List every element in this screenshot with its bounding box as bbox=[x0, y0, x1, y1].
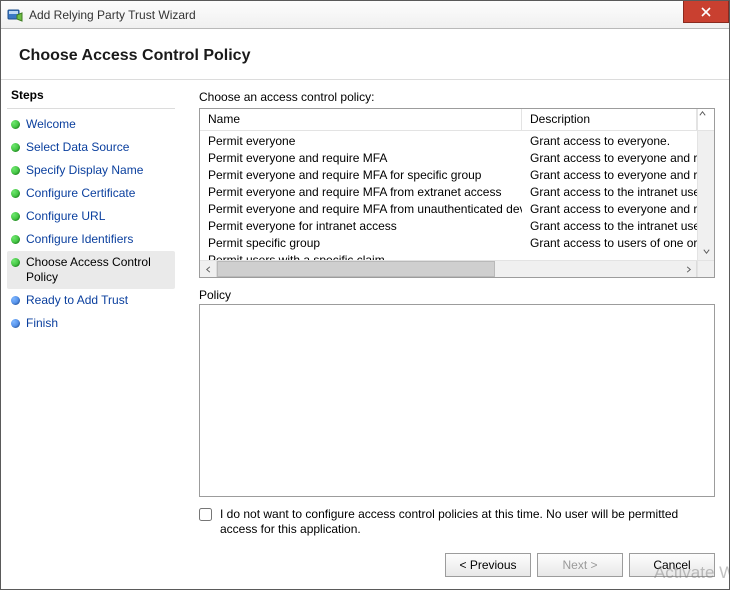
content-pane: Choose an access control policy: Name De… bbox=[181, 80, 729, 589]
policy-name: Permit specific group bbox=[200, 233, 522, 250]
step-configure-certificate[interactable]: Configure Certificate bbox=[7, 182, 175, 205]
policy-description: Grant access to the intranet users. bbox=[522, 216, 697, 233]
column-description[interactable]: Description bbox=[522, 109, 697, 130]
policy-name: Permit users with a specific claim bbox=[200, 250, 522, 260]
policy-description: Grant access to everyone and require MFA… bbox=[522, 148, 697, 165]
listview-body: Permit everyoneGrant access to everyone.… bbox=[200, 131, 714, 260]
step-label: Ready to Add Trust bbox=[26, 293, 128, 308]
policy-name: Permit everyone and require MFA for spec… bbox=[200, 165, 522, 182]
policy-description: Grant access to everyone. bbox=[522, 131, 697, 148]
step-bullet-icon bbox=[11, 166, 20, 175]
step-label: Choose Access Control Policy bbox=[26, 255, 171, 285]
page-title: Choose Access Control Policy bbox=[1, 29, 729, 80]
step-finish[interactable]: Finish bbox=[7, 312, 175, 335]
policy-description: Grant access to everyone and require MFA… bbox=[522, 165, 697, 182]
step-bullet-icon bbox=[11, 143, 20, 152]
policy-row[interactable]: Permit everyoneGrant access to everyone. bbox=[200, 131, 697, 148]
scroll-right-button[interactable] bbox=[680, 261, 697, 277]
policy-description: Grant access to users of one or more gro… bbox=[522, 233, 697, 250]
step-label: Configure Identifiers bbox=[26, 232, 133, 247]
step-bullet-icon bbox=[11, 319, 20, 328]
skip-policy-checkbox[interactable] bbox=[199, 508, 212, 521]
policy-detail-box bbox=[199, 304, 715, 497]
step-bullet-icon bbox=[11, 296, 20, 305]
policy-description: Grant access to the intranet users and r… bbox=[522, 182, 697, 199]
column-name[interactable]: Name bbox=[200, 109, 522, 130]
step-label: Select Data Source bbox=[26, 140, 129, 155]
scrollbar-corner bbox=[697, 261, 714, 277]
step-specify-display-name[interactable]: Specify Display Name bbox=[7, 159, 175, 182]
close-icon bbox=[701, 7, 711, 17]
step-label: Finish bbox=[26, 316, 58, 331]
scroll-up-button[interactable] bbox=[697, 109, 714, 130]
policy-row[interactable]: Permit specific groupGrant access to use… bbox=[200, 233, 697, 250]
step-bullet-icon bbox=[11, 189, 20, 198]
policy-row[interactable]: Permit everyone and require MFA from ext… bbox=[200, 182, 697, 199]
chevron-left-icon bbox=[204, 265, 213, 274]
titlebar: Add Relying Party Trust Wizard bbox=[1, 1, 729, 29]
policy-prompt: Choose an access control policy: bbox=[199, 90, 715, 104]
app-icon bbox=[7, 7, 23, 23]
chevron-right-icon bbox=[684, 265, 693, 274]
policy-name: Permit everyone for intranet access bbox=[200, 216, 522, 233]
wizard-footer: < Previous Next > Cancel bbox=[199, 537, 715, 577]
step-bullet-icon bbox=[11, 258, 20, 267]
horizontal-scrollbar[interactable] bbox=[200, 260, 714, 277]
step-welcome[interactable]: Welcome bbox=[7, 113, 175, 136]
step-bullet-icon bbox=[11, 212, 20, 221]
window-title: Add Relying Party Trust Wizard bbox=[29, 8, 683, 22]
step-bullet-icon bbox=[11, 120, 20, 129]
chevron-down-icon bbox=[702, 247, 711, 256]
step-label: Configure URL bbox=[26, 209, 105, 224]
step-select-data-source[interactable]: Select Data Source bbox=[7, 136, 175, 159]
policy-listview[interactable]: Name Description Permit everyoneGrant ac… bbox=[199, 108, 715, 278]
policy-name: Permit everyone and require MFA from ext… bbox=[200, 182, 522, 199]
scroll-left-button[interactable] bbox=[200, 261, 217, 277]
previous-button[interactable]: < Previous bbox=[445, 553, 531, 577]
policy-detail-label: Policy bbox=[199, 288, 715, 302]
steps-heading: Steps bbox=[7, 88, 175, 109]
listview-header: Name Description bbox=[200, 109, 714, 131]
step-label: Configure Certificate bbox=[26, 186, 135, 201]
policy-description bbox=[522, 250, 697, 260]
policy-row[interactable]: Permit users with a specific claim bbox=[200, 250, 697, 260]
wizard-window: Add Relying Party Trust Wizard Choose Ac… bbox=[0, 0, 730, 590]
policy-row[interactable]: Permit everyone and require MFA from una… bbox=[200, 199, 697, 216]
hscroll-thumb[interactable] bbox=[217, 261, 495, 277]
policy-row[interactable]: Permit everyone and require MFAGrant acc… bbox=[200, 148, 697, 165]
step-label: Welcome bbox=[26, 117, 76, 132]
chevron-up-icon bbox=[698, 109, 707, 118]
scroll-down-button[interactable] bbox=[698, 243, 714, 260]
step-label: Specify Display Name bbox=[26, 163, 143, 178]
steps-pane: Steps Welcome Select Data Source Specify D… bbox=[1, 80, 181, 589]
hscroll-track[interactable] bbox=[217, 261, 680, 277]
skip-policy-label: I do not want to configure access contro… bbox=[220, 507, 715, 537]
vertical-scrollbar[interactable] bbox=[697, 131, 714, 260]
step-choose-access-control-policy: Choose Access Control Policy bbox=[7, 251, 175, 289]
policy-row[interactable]: Permit everyone and require MFA for spec… bbox=[200, 165, 697, 182]
skip-policy-row[interactable]: I do not want to configure access contro… bbox=[199, 497, 715, 537]
policy-name: Permit everyone and require MFA bbox=[200, 148, 522, 165]
step-bullet-icon bbox=[11, 235, 20, 244]
step-ready-to-add-trust[interactable]: Ready to Add Trust bbox=[7, 289, 175, 312]
policy-name: Permit everyone and require MFA from una… bbox=[200, 199, 522, 216]
next-button[interactable]: Next > bbox=[537, 553, 623, 577]
wizard-body: Steps Welcome Select Data Source Specify D… bbox=[1, 80, 729, 589]
cancel-button[interactable]: Cancel bbox=[629, 553, 715, 577]
policy-name: Permit everyone bbox=[200, 131, 522, 148]
policy-row[interactable]: Permit everyone for intranet accessGrant… bbox=[200, 216, 697, 233]
step-configure-url[interactable]: Configure URL bbox=[7, 205, 175, 228]
close-button[interactable] bbox=[683, 1, 729, 23]
policy-description: Grant access to everyone and require MFA… bbox=[522, 199, 697, 216]
step-configure-identifiers[interactable]: Configure Identifiers bbox=[7, 228, 175, 251]
